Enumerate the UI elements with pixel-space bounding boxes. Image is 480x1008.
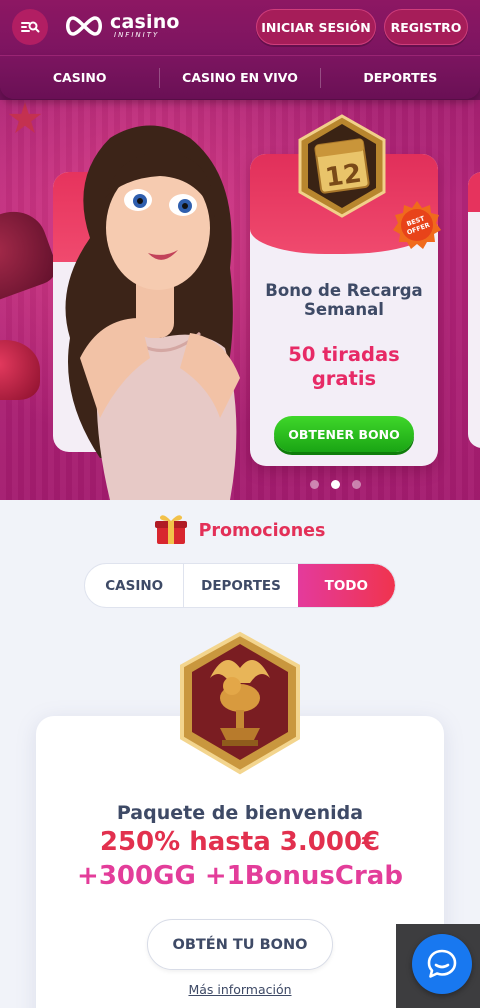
welcome-package-bonus: 250% hasta 3.000€ [99,827,381,857]
tab-casino[interactable]: CASINO [85,564,185,607]
tab-all[interactable]: TODO [297,564,395,607]
menu-search-icon [21,21,40,33]
register-button[interactable]: REGISTRO [384,9,468,45]
login-button[interactable]: INICIAR SESIÓN [256,9,376,45]
promotion-filter-tabs: CASINO DEPORTES TODO [84,563,396,608]
chat-widget [396,924,480,1008]
svg-text:12: 12 [323,159,363,194]
site-header: casino INFINITY INICIAR SESIÓN REGISTRO … [0,0,480,100]
hostess-character-image [65,125,240,500]
gift-icon [154,515,187,544]
main-nav: CASINO CASINO EN VIVO DEPORTES [0,55,480,99]
carousel-dot-1[interactable] [310,480,319,489]
menu-button[interactable] [12,9,48,45]
chat-icon [427,949,457,978]
infinity-logo-icon [66,16,102,36]
chat-button[interactable] [412,934,472,994]
claim-bonus-button[interactable]: OBTÉN TU BONO [147,919,333,970]
casino-logo[interactable]: casino INFINITY [62,13,180,39]
carousel-dots [310,480,361,489]
nav-item-sports[interactable]: DEPORTES [321,70,480,85]
promotions-header: Promociones [0,512,480,546]
carousel-dot-2[interactable] [331,480,340,489]
nav-item-casino[interactable]: CASINO [0,70,159,85]
promotions-title: Promociones [198,521,326,541]
nav-item-live-casino[interactable]: CASINO EN VIVO [160,70,319,85]
calendar-icon: 12 [298,114,386,218]
more-info-link[interactable]: Más información [36,982,444,997]
lion-trophy-icon [180,631,300,775]
get-bonus-button[interactable]: OBTENER BONO [274,416,414,452]
welcome-package-extra: +300GG +1BonusCrab [77,861,403,891]
promo-card-offer: 50 tiradas gratis [288,343,400,390]
promo-card-title: Bono de Recarga Semanal [265,281,423,319]
carousel-dot-3[interactable] [352,480,361,489]
promo-card-next[interactable] [468,172,480,448]
best-offer-badge: BEST OFFER [393,201,441,249]
welcome-package-title: Paquete de bienvenida [116,802,364,824]
tab-sports[interactable]: DEPORTES [184,564,297,607]
